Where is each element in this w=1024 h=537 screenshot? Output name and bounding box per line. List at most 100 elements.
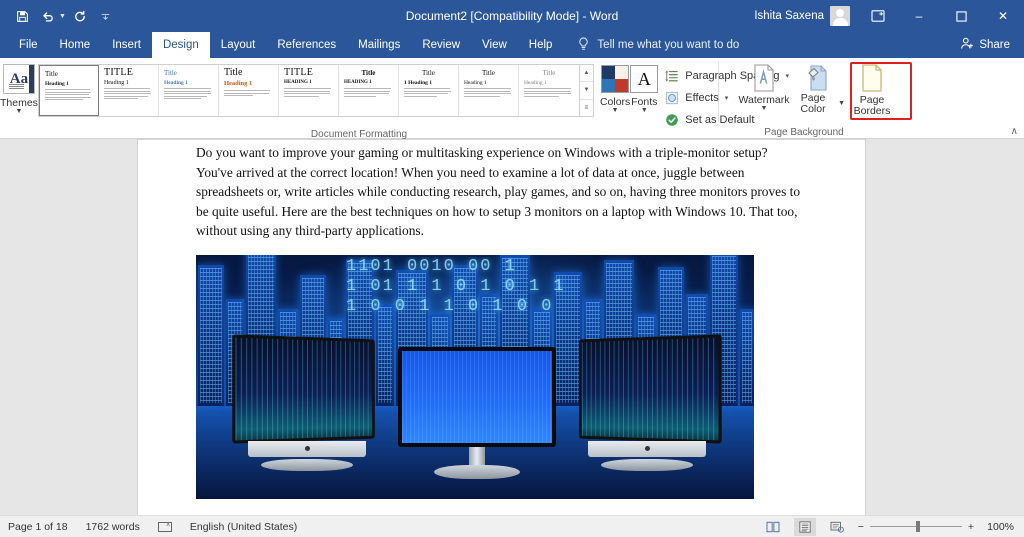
title-bar-right-controls: Ishita Saxena – ✕ bbox=[754, 0, 1024, 32]
style-title: Title bbox=[542, 69, 556, 77]
zoom-level[interactable]: 100% bbox=[984, 521, 1014, 533]
page-color-dropdown-caret-icon[interactable]: ▼ bbox=[838, 100, 845, 107]
account-info[interactable]: Ishita Saxena bbox=[754, 6, 858, 26]
style-set-item[interactable]: Title Heading 1 bbox=[38, 65, 99, 116]
language-indicator[interactable]: English (United States) bbox=[190, 521, 297, 533]
watermark-icon bbox=[750, 63, 778, 93]
themes-button[interactable]: Aa Themes ▼ bbox=[0, 61, 38, 115]
avatar[interactable] bbox=[830, 6, 850, 26]
themes-icon: Aa bbox=[2, 64, 35, 94]
proofing-errors-icon[interactable] bbox=[157, 521, 172, 532]
theme-colors-button[interactable]: Colors ▼ bbox=[600, 61, 630, 114]
undo-dropdown-caret-icon[interactable]: ▼ bbox=[59, 13, 66, 20]
monitor-right bbox=[574, 334, 722, 471]
set-as-default-icon bbox=[664, 112, 679, 127]
style-title: Title bbox=[421, 69, 435, 77]
tab-file[interactable]: File bbox=[8, 32, 49, 58]
style-title: Title bbox=[361, 69, 376, 77]
document-canvas[interactable]: Do you want to improve your gaming or mu… bbox=[0, 139, 1024, 515]
zoom-in-button[interactable]: + bbox=[968, 521, 974, 533]
ribbon: Aa Themes ▼ Title Heading 1 TITLE Headin… bbox=[0, 58, 1024, 140]
page-color-button[interactable]: Page Color ▼ bbox=[791, 61, 845, 115]
style-heading: Heading 1 bbox=[103, 80, 129, 86]
ribbon-display-options-icon[interactable] bbox=[858, 10, 898, 22]
word-application-window: ▼ Document2 [Compatibility Mode] - Word … bbox=[0, 0, 1024, 537]
style-heading: Heading 1 bbox=[223, 80, 253, 87]
gallery-more-icon[interactable]: ≡ bbox=[579, 99, 593, 116]
tab-insert[interactable]: Insert bbox=[101, 32, 152, 58]
tab-layout[interactable]: Layout bbox=[210, 32, 267, 58]
gallery-scroll-up-icon[interactable]: ▲ bbox=[579, 65, 593, 83]
share-person-icon bbox=[960, 37, 974, 53]
tab-mailings[interactable]: Mailings bbox=[347, 32, 411, 58]
monitor-center bbox=[398, 346, 556, 479]
gallery-scroll-down-icon[interactable]: ▼ bbox=[579, 82, 593, 100]
style-set-item[interactable]: Title 1 Heading 1 bbox=[398, 65, 459, 116]
style-set-gallery: Title Heading 1 TITLE Heading 1 Title He… bbox=[37, 61, 594, 117]
style-title: Title bbox=[223, 67, 243, 78]
maximize-button[interactable] bbox=[940, 0, 982, 32]
binary-overlay-text: 1101 0010 00 1 1 01 1 1 0 1 0 1 1 1 0 0 … bbox=[346, 257, 666, 337]
print-layout-icon[interactable] bbox=[793, 517, 816, 536]
colors-dropdown-caret-icon[interactable]: ▼ bbox=[612, 107, 619, 114]
zoom-thumb[interactable] bbox=[915, 521, 920, 532]
style-heading: HEADING 1 bbox=[343, 80, 372, 85]
zoom-slider[interactable]: − + bbox=[858, 521, 974, 533]
style-set-item[interactable]: Title Heading 1 bbox=[458, 65, 519, 116]
share-button[interactable]: Share bbox=[960, 32, 1024, 58]
minimize-button[interactable]: – bbox=[898, 0, 940, 32]
collapse-ribbon-icon[interactable]: ∧ bbox=[1011, 126, 1018, 137]
style-set-item[interactable]: Title HEADING 1 bbox=[338, 65, 399, 116]
zoom-track[interactable] bbox=[869, 521, 962, 532]
style-set-item[interactable]: Title Heading 1 bbox=[158, 65, 219, 116]
style-heading: Heading 1 bbox=[463, 80, 487, 86]
style-set-item[interactable]: TITLE Heading 1 bbox=[98, 65, 159, 116]
document-paragraph-1: Do you want to improve your gaming or mu… bbox=[196, 145, 801, 239]
binary-line-1: 1101 0010 00 1 bbox=[346, 256, 517, 276]
style-heading: 1 Heading 1 bbox=[403, 80, 433, 86]
document-page[interactable]: Do you want to improve your gaming or mu… bbox=[138, 140, 865, 515]
style-set-item[interactable]: Title Heading 1 bbox=[218, 65, 279, 116]
lightbulb-icon bbox=[577, 37, 590, 54]
style-title: TITLE bbox=[283, 67, 314, 78]
effects-icon bbox=[664, 90, 679, 105]
page-color-label-row: Page Color ▼ bbox=[791, 93, 845, 115]
style-title: Title bbox=[44, 70, 58, 78]
account-name: Ishita Saxena bbox=[754, 10, 824, 22]
watermark-button[interactable]: Watermark ▼ bbox=[737, 61, 791, 112]
tab-home[interactable]: Home bbox=[49, 32, 102, 58]
close-button[interactable]: ✕ bbox=[982, 0, 1024, 32]
paragraph-spacing-icon bbox=[664, 68, 679, 83]
tell-me-search[interactable]: Tell me what you want to do bbox=[577, 32, 739, 58]
tab-review[interactable]: Review bbox=[411, 32, 471, 58]
style-set-item[interactable]: Title Heading 1 bbox=[518, 65, 579, 116]
watermark-dropdown-caret-icon[interactable]: ▼ bbox=[761, 105, 768, 112]
undo-icon[interactable] bbox=[36, 5, 60, 27]
fonts-dropdown-caret-icon[interactable]: ▼ bbox=[641, 107, 648, 114]
theme-fonts-icon: A bbox=[630, 65, 659, 93]
themes-dropdown-caret-icon[interactable]: ▼ bbox=[16, 108, 23, 115]
effects-label: Effects bbox=[685, 91, 719, 104]
redo-icon[interactable] bbox=[68, 5, 92, 27]
tab-references[interactable]: References bbox=[266, 32, 347, 58]
zoom-out-button[interactable]: − bbox=[858, 521, 864, 533]
word-count[interactable]: 1762 words bbox=[86, 521, 140, 533]
tab-help[interactable]: Help bbox=[518, 32, 564, 58]
style-heading: Heading 1 bbox=[44, 81, 69, 87]
read-mode-icon[interactable] bbox=[762, 518, 784, 536]
style-set-item[interactable]: TITLE HEADING 1 bbox=[278, 65, 339, 116]
monitor-left bbox=[232, 334, 380, 471]
web-layout-icon[interactable] bbox=[826, 518, 848, 536]
style-heading: HEADING 1 bbox=[283, 80, 312, 85]
theme-fonts-button[interactable]: A Fonts ▼ bbox=[630, 61, 659, 114]
page-borders-button[interactable]: Page Borders bbox=[845, 61, 899, 117]
page-indicator[interactable]: Page 1 of 18 bbox=[8, 521, 68, 533]
save-icon[interactable] bbox=[10, 5, 34, 27]
status-bar: Page 1 of 18 1762 words English (United … bbox=[0, 515, 1024, 537]
ribbon-tab-bar: File Home Insert Design Layout Reference… bbox=[0, 32, 1024, 58]
tab-design[interactable]: Design bbox=[151, 32, 210, 58]
tab-view[interactable]: View bbox=[471, 32, 518, 58]
customize-quick-access-toolbar-icon[interactable] bbox=[94, 5, 118, 27]
style-title: TITLE bbox=[103, 67, 134, 78]
document-image[interactable]: 1101 0010 00 1 1 01 1 1 0 1 0 1 1 1 0 0 … bbox=[196, 254, 754, 499]
